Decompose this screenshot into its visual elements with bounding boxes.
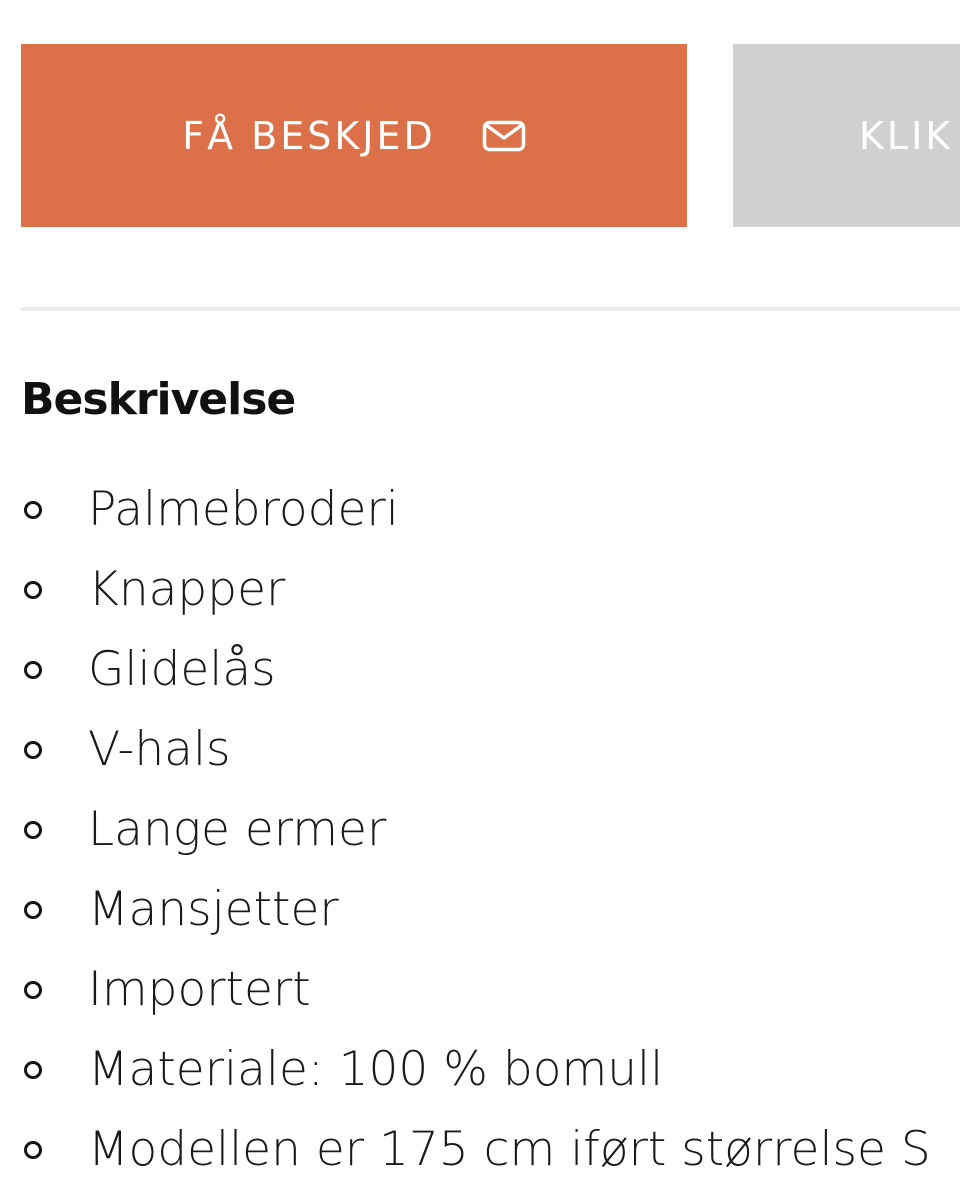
list-item: Modellen er 175 cm iført størrelse S — [0, 1110, 931, 1190]
list-item-text: Lange ermer — [88, 802, 387, 857]
list-item: Glidelås — [0, 630, 931, 710]
list-item-text: Palmebroderi — [88, 482, 399, 537]
notify-button-label: FÅ BESKJED — [182, 113, 436, 158]
bullet-icon — [24, 661, 42, 679]
bullet-icon — [24, 1141, 42, 1159]
secondary-action-button[interactable]: KLIK — [733, 44, 960, 227]
list-item: Materiale: 100 % bomull — [0, 1030, 931, 1110]
list-item: Lange ermer — [0, 790, 931, 870]
list-item-text: Modellen er 175 cm iført størrelse S — [88, 1122, 931, 1177]
list-item-text: Glidelås — [88, 642, 276, 697]
list-item-text: Materiale: 100 % bomull — [88, 1042, 664, 1097]
list-item: Importert — [0, 950, 931, 1030]
envelope-icon — [482, 120, 526, 152]
secondary-button-label: KLIK — [859, 113, 954, 158]
bullet-icon — [24, 981, 42, 999]
list-item: V-hals — [0, 710, 931, 790]
section-divider — [21, 307, 960, 311]
bullet-icon — [24, 581, 42, 599]
bullet-icon — [24, 501, 42, 519]
feature-list: Palmebroderi Knapper Glidelås V-hals Lan… — [0, 470, 931, 1190]
bullet-icon — [24, 821, 42, 839]
description-heading: Beskrivelse — [21, 374, 296, 425]
list-item: Knapper — [0, 550, 931, 630]
bullet-icon — [24, 741, 42, 759]
list-item: Palmebroderi — [0, 470, 931, 550]
list-item-text: Mansjetter — [88, 882, 339, 937]
notify-button[interactable]: FÅ BESKJED — [21, 44, 687, 227]
list-item-text: Importert — [88, 962, 311, 1017]
list-item: Mansjetter — [0, 870, 931, 950]
bullet-icon — [24, 1061, 42, 1079]
list-item-text: Knapper — [88, 562, 286, 617]
list-item-text: V-hals — [88, 722, 231, 777]
bullet-icon — [24, 901, 42, 919]
